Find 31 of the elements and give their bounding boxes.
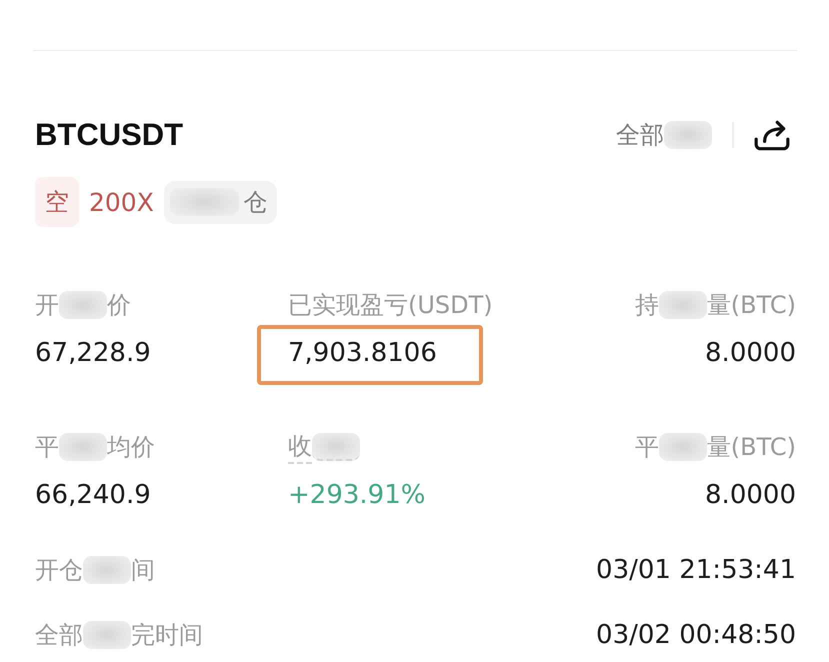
detail-label: 完时间 [131,620,203,651]
blur-patch [83,621,131,649]
stat-value: +293.91% [288,479,426,512]
detail-value: 03/01 21:53:41 [596,555,796,585]
side-badge: 空 [35,177,79,227]
stat-label: 开 [35,290,59,321]
stat-label: 量(BTC) [706,290,796,321]
stat-value: 8.0000 [705,337,796,370]
stat-label: 平 [35,432,59,463]
stat-label: 价 [107,290,131,321]
detail-label: 全部 [35,620,83,651]
stat-value: 67,228.9 [35,337,151,370]
stat-value: 8.0000 [705,479,796,512]
blur-patch [83,556,131,584]
tag-text: 仓 [243,187,268,218]
detail-label: 开仓 [35,555,83,586]
blur-patch [664,121,712,149]
leverage-text: 200X [89,188,154,216]
detail-value: 03/02 00:48:50 [596,620,796,650]
stat-value: 7,903.8106 [257,325,483,385]
stat-value: 66,240.9 [35,479,151,512]
symbol-title: BTCUSDT [35,117,184,153]
close-all-button[interactable]: 全部 [616,119,712,151]
stat-label: 持 [634,290,659,321]
stat-label: 已实现盈亏(USDT) [288,290,493,321]
share-icon[interactable] [753,118,791,152]
stat-label: 平 [634,432,659,463]
stat-label: 均价 [107,432,155,463]
detail-label: 间 [131,555,155,586]
blur-patch [170,188,240,216]
stat-label: 量(BTC) [706,432,796,463]
